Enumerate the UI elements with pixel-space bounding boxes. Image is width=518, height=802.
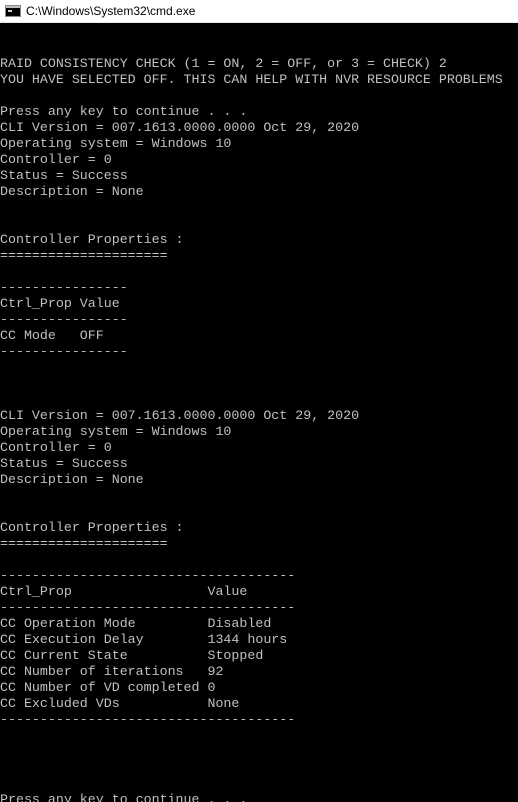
console-line: ===================== xyxy=(0,536,168,551)
console-line: ------------------------------------- xyxy=(0,568,296,583)
console-line: Ctrl_Prop Value xyxy=(0,584,248,599)
console-line: ===================== xyxy=(0,248,168,263)
console-line: CC Current State Stopped xyxy=(0,648,264,663)
console-line: Controller Properties : xyxy=(0,232,184,247)
console-output[interactable]: RAID CONSISTENCY CHECK (1 = ON, 2 = OFF,… xyxy=(0,24,518,802)
console-line: ------------------------------------- xyxy=(0,712,296,727)
title-bar[interactable]: C:\Windows\System32\cmd.exe xyxy=(0,0,518,23)
console-line: Ctrl_Prop Value xyxy=(0,296,120,311)
console-line: Press any key to continue . . . xyxy=(0,792,248,802)
console-line: Status = Success xyxy=(0,168,128,183)
cmd-window: C:\Windows\System32\cmd.exe RAID CONSIST… xyxy=(0,0,518,802)
console-line: ---------------- xyxy=(0,344,128,359)
console-line: Operating system = Windows 10 xyxy=(0,424,232,439)
console-line: YOU HAVE SELECTED OFF. THIS CAN HELP WIT… xyxy=(0,72,503,87)
console-line: Description = None xyxy=(0,472,144,487)
console-line: Controller = 0 xyxy=(0,152,112,167)
console-line: ---------------- xyxy=(0,312,128,327)
console-line: Controller Properties : xyxy=(0,520,184,535)
console-line: CC Number of iterations 92 xyxy=(0,664,224,679)
console-line: Operating system = Windows 10 xyxy=(0,136,232,151)
console-line: Status = Success xyxy=(0,456,128,471)
console-line: CLI Version = 007.1613.0000.0000 Oct 29,… xyxy=(0,120,360,135)
console-line: CC Execution Delay 1344 hours xyxy=(0,632,288,647)
console-line: Press any key to continue . . . xyxy=(0,104,248,119)
console-line: ------------------------------------- xyxy=(0,600,296,615)
console-line: CC Mode OFF xyxy=(0,328,104,343)
console-line: Controller = 0 xyxy=(0,440,112,455)
window-title: C:\Windows\System32\cmd.exe xyxy=(26,4,196,18)
console-line: Description = None xyxy=(0,184,144,199)
console-line: RAID CONSISTENCY CHECK (1 = ON, 2 = OFF,… xyxy=(0,56,447,71)
console-line: ---------------- xyxy=(0,280,128,295)
console-line: CLI Version = 007.1613.0000.0000 Oct 29,… xyxy=(0,408,360,423)
console-line: CC Operation Mode Disabled xyxy=(0,616,272,631)
console-line: CC Number of VD completed 0 xyxy=(0,680,216,695)
console-line: CC Excluded VDs None xyxy=(0,696,240,711)
cmd-console-icon xyxy=(5,5,21,17)
